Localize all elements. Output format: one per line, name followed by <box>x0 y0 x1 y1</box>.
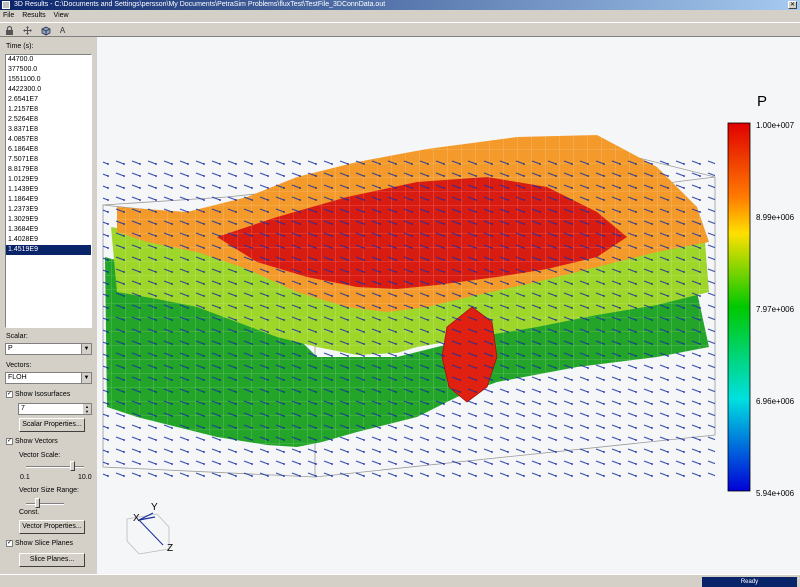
legend-tick-min: 5.94e+006 <box>756 489 795 498</box>
status-text: Ready <box>702 577 797 587</box>
scalar-value: P <box>8 345 13 352</box>
time-list-item[interactable]: 1.0129E9 <box>6 175 91 185</box>
3d-viewport[interactable]: P 1.00e+007 8.99e+006 7.97e+006 6.96e+00… <box>97 37 800 574</box>
show-slice-planes-checkbox[interactable]: ✓ Show Slice Planes <box>6 539 73 548</box>
pan-icon[interactable] <box>22 25 33 36</box>
time-list-item[interactable]: 4.0857E8 <box>6 135 91 145</box>
time-list-item[interactable]: 1.1439E9 <box>6 185 91 195</box>
menubar: File Results View <box>0 10 800 22</box>
scalar-select[interactable]: P ▼ <box>5 343 92 355</box>
vector-field <box>103 157 715 477</box>
time-list-item[interactable]: 1551100.0 <box>6 75 91 85</box>
show-vectors-label: Show Vectors <box>15 438 58 445</box>
scalar-properties-button[interactable]: Scalar Properties... <box>19 418 85 432</box>
vector-scale-min: 0.1 <box>20 474 30 481</box>
vector-size-range-thumb[interactable] <box>35 498 41 508</box>
isosurface-count: 7 <box>21 405 25 412</box>
time-list-item[interactable]: 2.6541E7 <box>6 95 91 105</box>
legend-tick: 8.99e+006 <box>756 213 795 222</box>
isosurface-count-stepper[interactable]: 7 ▲ ▼ <box>18 403 92 415</box>
legend-tick: 7.97e+006 <box>756 305 795 314</box>
time-label: Time (s): <box>6 43 34 50</box>
axis-y-label: Y <box>151 502 158 513</box>
axis-z-label: Z <box>167 543 173 554</box>
vector-size-range-label: Vector Size Range: <box>19 487 79 494</box>
rotate-cube-icon[interactable] <box>40 25 51 36</box>
time-list-item[interactable]: 7.5071E8 <box>6 155 91 165</box>
slice-planes-button[interactable]: Slice Planes... <box>19 553 85 567</box>
time-list-item[interactable]: 6.1864E8 <box>6 145 91 155</box>
text-a-icon[interactable]: A <box>57 25 68 36</box>
menu-view[interactable]: View <box>51 10 72 22</box>
legend-tick-max: 1.00e+007 <box>756 121 795 130</box>
show-vectors-checkbox[interactable]: ✓ Show Vectors <box>6 437 58 446</box>
show-isosurfaces-label: Show Isosurfaces <box>15 391 71 398</box>
vectors-label: Vectors: <box>6 362 32 369</box>
time-list-item[interactable]: 4422300.0 <box>6 85 91 95</box>
time-list-item[interactable]: 8.8179E8 <box>6 165 91 175</box>
3d-scene: P 1.00e+007 8.99e+006 7.97e+006 6.96e+00… <box>102 93 795 555</box>
vector-scale-max: 10.0 <box>78 474 92 481</box>
time-list-item[interactable]: 44700.0 <box>6 55 91 65</box>
vectors-value: FLOH <box>8 374 27 381</box>
menu-results[interactable]: Results <box>19 10 48 22</box>
show-slice-planes-label: Show Slice Planes <box>15 540 73 547</box>
vector-scale-label: Vector Scale: <box>19 452 61 459</box>
chevron-down-icon[interactable]: ▼ <box>81 344 91 354</box>
lock-icon[interactable] <box>4 25 15 36</box>
orientation-axes: X Y Z <box>126 502 173 555</box>
menu-file[interactable]: File <box>0 10 17 22</box>
vector-size-range-slider[interactable] <box>26 503 64 505</box>
close-icon[interactable]: ✕ <box>788 1 797 9</box>
vector-size-range-min: Const. <box>19 509 40 516</box>
status-bar: Ready <box>0 574 800 587</box>
spin-arrows-icon[interactable]: ▲ ▼ <box>83 404 91 414</box>
scalar-label: Scalar: <box>6 333 28 340</box>
time-list[interactable]: 44700.0 377500.0 1551100.0 4422300.0 2.6541E… <box>5 54 92 328</box>
time-list-item[interactable]: 1.4519E9 <box>6 245 91 255</box>
axis-x-label: X <box>133 513 140 524</box>
show-isosurfaces-checkbox[interactable]: ✓ Show Isosurfaces <box>6 390 70 399</box>
color-legend: P 1.00e+007 8.99e+006 7.97e+006 6.96e+00… <box>727 93 795 498</box>
legend-colorbar <box>727 122 751 492</box>
legend-title: P <box>757 93 767 110</box>
toolbar: A <box>0 22 800 37</box>
legend-tick: 6.96e+006 <box>756 397 795 406</box>
time-list-item[interactable]: 377500.0 <box>6 65 91 75</box>
window-titlebar: 3D Results - C:\Documents and Settings\p… <box>0 0 800 10</box>
time-list-item[interactable]: 1.4028E9 <box>6 235 91 245</box>
time-list-item[interactable]: 1.2157E8 <box>6 105 91 115</box>
time-list-item[interactable]: 1.2373E9 <box>6 205 91 215</box>
vectors-select[interactable]: FLOH ▼ <box>5 372 92 384</box>
time-list-item[interactable]: 1.3684E9 <box>6 225 91 235</box>
time-list-item[interactable]: 2.5264E8 <box>6 115 91 125</box>
vector-scale-thumb[interactable] <box>70 461 76 471</box>
checkbox-check-icon[interactable]: ✓ <box>6 390 13 398</box>
app-icon <box>2 1 10 9</box>
checkbox-check-icon[interactable]: ✓ <box>6 539 13 547</box>
chevron-down-icon[interactable]: ▼ <box>81 373 91 383</box>
time-list-item[interactable]: 1.1864E9 <box>6 195 91 205</box>
vector-properties-button[interactable]: Vector Properties... <box>19 520 85 534</box>
window-title: 3D Results - C:\Documents and Settings\p… <box>14 1 386 8</box>
time-list-item[interactable]: 1.3029E9 <box>6 215 91 225</box>
time-list-item[interactable]: 3.8371E8 <box>6 125 91 135</box>
checkbox-check-icon[interactable]: ✓ <box>6 437 13 445</box>
